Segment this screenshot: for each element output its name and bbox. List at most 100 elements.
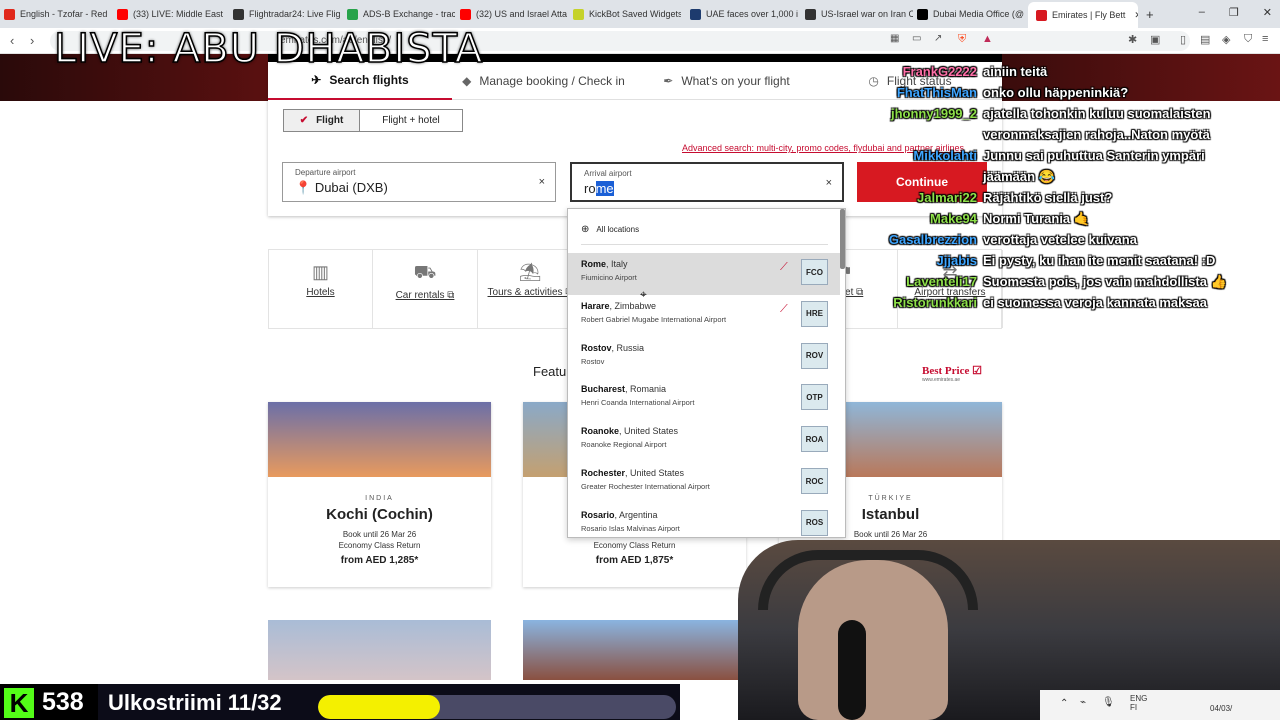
chat-text: Ei pysty, ku ihan ite menit saatana! :D xyxy=(983,253,1216,268)
option-country: , Argentina xyxy=(614,509,658,520)
dropdown-scrollbar[interactable] xyxy=(840,209,845,269)
mouse-cursor: ⌖ xyxy=(640,287,647,301)
vpn-icon[interactable]: ◈ xyxy=(1222,33,1230,46)
chat-username: jhonny1999_2 xyxy=(891,106,977,121)
dropdown-option[interactable]: Rochester, United States Greater Rocheste… xyxy=(568,462,840,504)
cast-icon[interactable]: ▭ xyxy=(912,33,921,44)
lang-text: ENG xyxy=(1130,694,1148,703)
globe-icon: ⊕ xyxy=(581,224,590,235)
new-tab-button[interactable]: + xyxy=(1146,4,1154,24)
toggle-flight-label: Flight xyxy=(316,115,344,126)
chat-text: Junnu sai puhuttua Santerin ympäri xyxy=(983,148,1205,163)
chat-text: veronmaksajien rahoja..Naton myötä xyxy=(983,127,1210,142)
shield-icon[interactable]: ⛉ xyxy=(1244,33,1252,46)
back-icon[interactable]: ‹ xyxy=(10,33,14,48)
option-airport: Rosario Islas Malvinas Airport xyxy=(581,523,680,533)
dropdown-option[interactable]: Rosario, Argentina Rosario Islas Malvinas… xyxy=(568,504,840,537)
arrival-typed: ro xyxy=(584,181,596,196)
tab-icon[interactable]: ▣ xyxy=(1150,33,1160,46)
option-country: , Romania xyxy=(625,384,667,395)
option-iata-code: OTP xyxy=(801,384,828,411)
minimize-button[interactable]: – xyxy=(1199,6,1205,19)
best-price-badge: Best Price ☑ www.emirates.ae xyxy=(922,364,982,383)
chat-text: ei suomessa veroja kannata maksaa xyxy=(983,295,1208,310)
news-icon xyxy=(690,8,701,20)
car-icon: ⛟ xyxy=(413,262,437,282)
browser-tab[interactable]: UAE faces over 1,000 i xyxy=(690,4,798,24)
close-tab-icon[interactable]: ✕ xyxy=(1134,10,1138,21)
microphone-icon xyxy=(838,620,866,720)
option-iata-code: FCO xyxy=(801,259,828,285)
browser-tab[interactable]: Dubai Media Office (@ xyxy=(917,4,1025,24)
tab-title: (32) US and Israel Atta xyxy=(476,9,568,19)
lang-indicator[interactable]: ENG FI xyxy=(1130,694,1147,712)
dropdown-option[interactable]: Roanoke, United States Roanoke Regional A… xyxy=(568,420,840,462)
toggle-flight[interactable]: ✔ Flight xyxy=(283,109,360,132)
option-country: , Russia xyxy=(611,342,645,353)
featured-card[interactable]: INDIA Kochi (Cochin) Book until 26 Mar 26 E… xyxy=(268,402,491,587)
chat-username: Gasalbrezzion xyxy=(888,232,977,247)
forward-icon[interactable]: › xyxy=(30,33,34,48)
browser-tab[interactable]: English - Tzofar - Red xyxy=(4,4,112,24)
browser-tab[interactable]: KickBot Saved Widgets xyxy=(573,4,681,24)
dropdown-option[interactable]: Rostov, Russia Rostov ROV xyxy=(568,337,840,379)
chat-username: Jjjabis xyxy=(936,253,977,268)
option-country: , United States xyxy=(625,468,685,478)
card-price: from AED 1,875* xyxy=(595,555,674,566)
windows-taskbar: ⌃ ⌁ 🎙 ENG FI 04/03/ xyxy=(1040,690,1280,720)
stream-progress-bar xyxy=(318,695,676,719)
chat-message: Ristorunkkari ei suomessa veroja kannata … xyxy=(880,295,1207,310)
browser-tab[interactable]: ADS-B Exchange - trac xyxy=(347,4,455,24)
tray-chevron-icon[interactable]: ⌃ xyxy=(1060,698,1068,709)
share-icon[interactable]: ↗ xyxy=(934,33,942,44)
clear-departure-button[interactable]: × xyxy=(539,176,545,188)
tab-title: Flightradar24: Live Flig xyxy=(249,9,341,19)
tab-whats-on-your-flight[interactable]: ✒ What's on your flight xyxy=(635,62,818,100)
brave-shield-icon[interactable]: ⛨ xyxy=(958,33,966,46)
featured-card-image[interactable] xyxy=(523,620,746,680)
sidebar-icon[interactable]: ▯ xyxy=(1180,33,1186,46)
divider xyxy=(581,244,828,245)
extensions-icon[interactable]: ✱ xyxy=(1128,33,1137,46)
toggle-flight-hotel-label: Flight + hotel xyxy=(382,115,440,126)
maximize-button[interactable]: ❐ xyxy=(1229,6,1239,19)
network-icon[interactable]: ⌁ xyxy=(1080,697,1086,708)
service-label: Hotels xyxy=(306,287,335,298)
option-city-name: Bucharest xyxy=(581,384,626,395)
service-label: Car rentals ⧉ xyxy=(395,290,455,301)
browser-tab[interactable]: US-Israel war on Iran C xyxy=(805,4,913,24)
option-airport: Roanoke Regional Airport xyxy=(581,440,667,450)
menu-icon[interactable]: ≡ xyxy=(1262,33,1268,45)
all-locations-text: All locations xyxy=(596,225,640,234)
card-city: Kochi (Cochin) xyxy=(326,506,433,523)
chat-message: jäämään 😂 xyxy=(880,169,1055,185)
card-class: Economy Class Return xyxy=(338,541,421,550)
dropdown-option[interactable]: Rome, Italy Fiumicino Airport FCO ⟋ xyxy=(568,253,840,295)
best-price-url: www.emirates.ae xyxy=(922,377,961,383)
dropdown-option[interactable]: Harare, Zimbabwe Robert Gabriel Mugabe In… xyxy=(568,295,840,337)
rewards-icon[interactable]: ▲ xyxy=(982,33,993,45)
plane-icon: ✈ xyxy=(311,73,322,87)
all-locations-header: ⊕ All locations xyxy=(581,224,639,235)
option-airport: Fiumicino Airport xyxy=(581,273,637,282)
kickbot-icon xyxy=(573,8,584,20)
wallet-icon[interactable]: ▤ xyxy=(1200,33,1210,46)
read-mode-icon[interactable]: ▦ xyxy=(890,33,899,44)
close-window-button[interactable]: ✕ xyxy=(1263,6,1272,19)
departure-field[interactable]: Departure airport 📍 Dubai (DXB) × xyxy=(282,162,556,202)
service-hotels[interactable]: ▥ Hotels xyxy=(269,250,373,328)
flightradar-icon xyxy=(233,8,244,20)
browser-tab[interactable]: Flightradar24: Live Flig xyxy=(233,4,341,24)
card-class: Economy Class Return xyxy=(593,541,676,550)
dropdown-option[interactable]: Bucharest, Romania Henri Coanda Internati… xyxy=(568,378,840,420)
clear-arrival-button[interactable]: × xyxy=(826,177,832,189)
browser-tab[interactable]: (33) LIVE: Middle East xyxy=(117,4,225,24)
browser-tab[interactable]: Emirates | Fly Bett ✕ xyxy=(1028,2,1138,28)
browser-tab[interactable]: (32) US and Israel Atta xyxy=(460,4,568,24)
featured-card-image[interactable] xyxy=(268,620,491,680)
toggle-flight-hotel[interactable]: Flight + hotel xyxy=(359,109,463,132)
tab-label: Manage booking / Check in xyxy=(479,73,625,88)
arrival-field[interactable]: Arrival airport rome × xyxy=(570,162,844,202)
service-car-rentals[interactable]: ⛟ Car rentals ⧉ xyxy=(373,250,478,328)
microphone-tray-icon[interactable]: 🎙 xyxy=(1102,697,1115,708)
